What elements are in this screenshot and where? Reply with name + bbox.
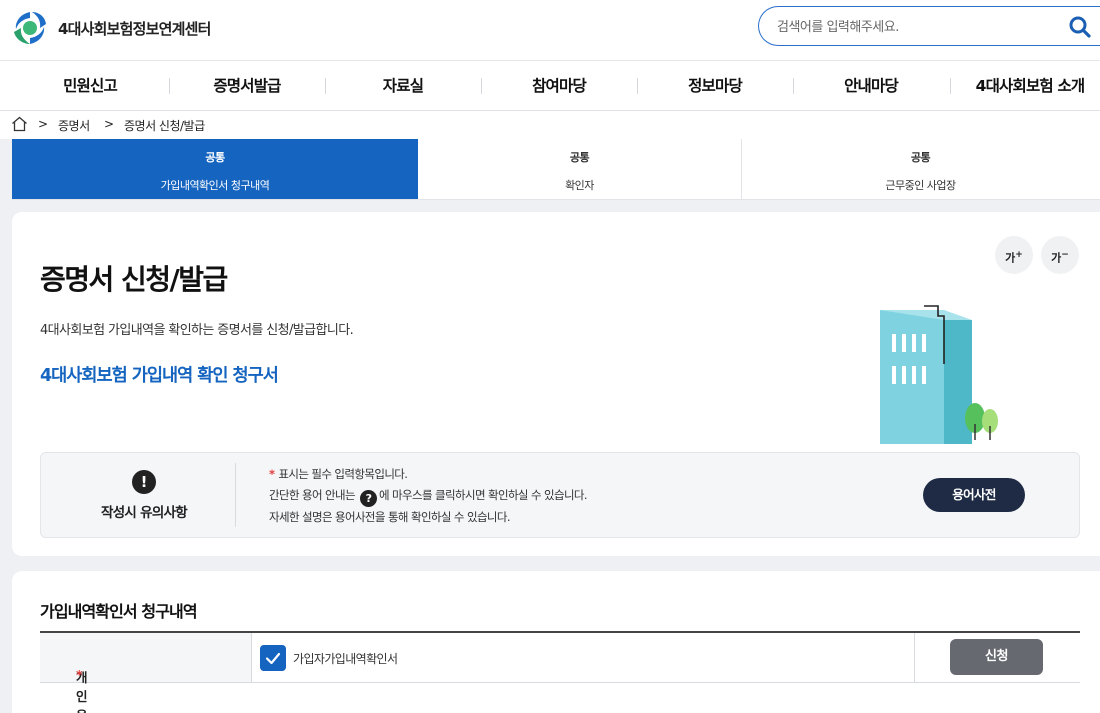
section-title: 가입내역확인서 청구내역	[40, 602, 198, 621]
notice-line-2a: 간단한 용어 안내는	[269, 488, 356, 502]
notice-line-3: 자세한 설명은 용어사전을 통해 확인하실 수 있습니다.	[269, 510, 511, 524]
page-title: 증명서 신청/발급	[40, 263, 228, 296]
breadcrumb-separator: >	[38, 117, 48, 131]
nav-divider	[481, 78, 482, 94]
nav-divider	[793, 78, 794, 94]
logo-mark-icon	[14, 12, 46, 44]
nav-divider	[325, 78, 326, 94]
site-logo[interactable]: 4대사회보험정보연계센터	[12, 10, 211, 46]
table-row: 개인용* 가입자가입내역확인서 신청	[40, 633, 1080, 713]
home-icon[interactable]	[11, 116, 28, 132]
exclamation-icon: !	[132, 470, 156, 494]
nav-item-certificate[interactable]: 증명서발급	[187, 61, 307, 111]
page-description: 4대사회보험 가입내역을 확인하는 증명서를 신청/발급합니다.	[40, 323, 354, 338]
font-increase-glyph: 가	[1005, 251, 1016, 265]
notice-box: ! 작성시 유의사항 * 표시는 필수 입력항목입니다. 간단한 용어 안내는 ?…	[40, 452, 1080, 538]
notice-line-help: 간단한 용어 안내는 ? 에 마우스를 클릭하시면 확인하실 수 있습니다.	[269, 485, 588, 507]
tab-category: 공통	[205, 151, 225, 164]
notice-divider	[235, 463, 236, 527]
form-title: 4대사회보험 가입내역 확인 청구서	[40, 366, 279, 386]
nav-item-guide[interactable]: 안내마당	[811, 61, 931, 111]
font-increase-button[interactable]: 가+	[995, 236, 1033, 274]
tab-label: 근무중인 사업장	[885, 179, 956, 192]
table-divider	[914, 633, 915, 682]
tab-verifier[interactable]: 공통 확인자	[418, 139, 741, 199]
tab-label: 확인자	[565, 179, 594, 192]
nav-divider	[950, 78, 951, 94]
notice-line-1: 표시는 필수 입력항목입니다.	[278, 467, 408, 481]
request-section: 가입내역확인서 청구내역 개인용* 가입자가입내역확인서 신청	[12, 571, 1100, 713]
checkbox-label[interactable]: 가입자가입내역확인서	[293, 650, 398, 667]
search-icon[interactable]	[1067, 14, 1093, 40]
breadcrumb-item-certificate[interactable]: 증명서	[58, 117, 90, 134]
building-illustration	[880, 305, 998, 444]
main-navigation: 민원신고 증명서발급 자료실 참여마당 정보마당 안내마당 4대사회보험 소개	[0, 60, 1100, 111]
required-mark: *	[76, 667, 83, 682]
notice-line-2b: 에 마우스를 클릭하시면 확인하실 수 있습니다.	[379, 488, 588, 502]
nav-item-information[interactable]: 정보마당	[655, 61, 775, 111]
nav-item-complaint[interactable]: 민원신고	[30, 61, 150, 111]
apply-button[interactable]: 신청	[950, 639, 1043, 675]
breadcrumb: > 증명서 > 증명서 신청/발급	[0, 111, 1100, 139]
question-icon[interactable]: ?	[360, 490, 378, 507]
nav-item-library[interactable]: 자료실	[343, 61, 463, 111]
intro-card: 증명서 신청/발급 4대사회보험 가입내역을 확인하는 증명서를 신청/발급합니…	[12, 212, 1100, 556]
logo-text: 4대사회보험정보연계센터	[58, 19, 211, 38]
tab-category: 공통	[910, 151, 931, 164]
site-header: 4대사회보험정보연계센터	[0, 0, 1100, 60]
notice-title: 작성시 유의사항	[100, 505, 188, 521]
font-decrease-button[interactable]: 가−	[1041, 236, 1079, 274]
font-increase-mark: +	[1015, 250, 1023, 260]
check-icon[interactable]	[260, 645, 286, 671]
tab-label: 가입내역확인서 청구내역	[160, 179, 270, 192]
notice-text: * 표시는 필수 입력항목입니다. 간단한 용어 안내는 ? 에 마우스를 클릭하시…	[269, 464, 588, 528]
tab-current-workplace[interactable]: 공통 근무중인 사업장	[741, 139, 1100, 199]
sub-tabs: 공통 가입내역확인서 청구내역 공통 확인자 공통 근무중인 사업장	[12, 139, 1100, 200]
nav-item-participation[interactable]: 참여마당	[499, 61, 619, 111]
nav-item-about[interactable]: 4대사회보험 소개	[965, 61, 1095, 111]
font-decrease-glyph: 가	[1051, 251, 1062, 265]
search-box	[758, 6, 1100, 46]
breadcrumb-item-current: 증명서 신청/발급	[124, 119, 205, 133]
notice-line-required: * 표시는 필수 입력항목입니다.	[269, 464, 587, 485]
font-decrease-mark: −	[1061, 250, 1069, 260]
breadcrumb-separator: >	[104, 117, 114, 131]
tab-request-history[interactable]: 공통 가입내역확인서 청구내역	[12, 139, 418, 199]
nav-divider	[169, 78, 170, 94]
row-header: 개인용*	[40, 633, 252, 713]
search-input[interactable]	[777, 16, 1047, 38]
required-star: *	[269, 467, 275, 481]
nav-divider	[637, 78, 638, 94]
dictionary-button[interactable]: 용어사전	[923, 478, 1025, 512]
tab-category: 공통	[569, 151, 590, 164]
